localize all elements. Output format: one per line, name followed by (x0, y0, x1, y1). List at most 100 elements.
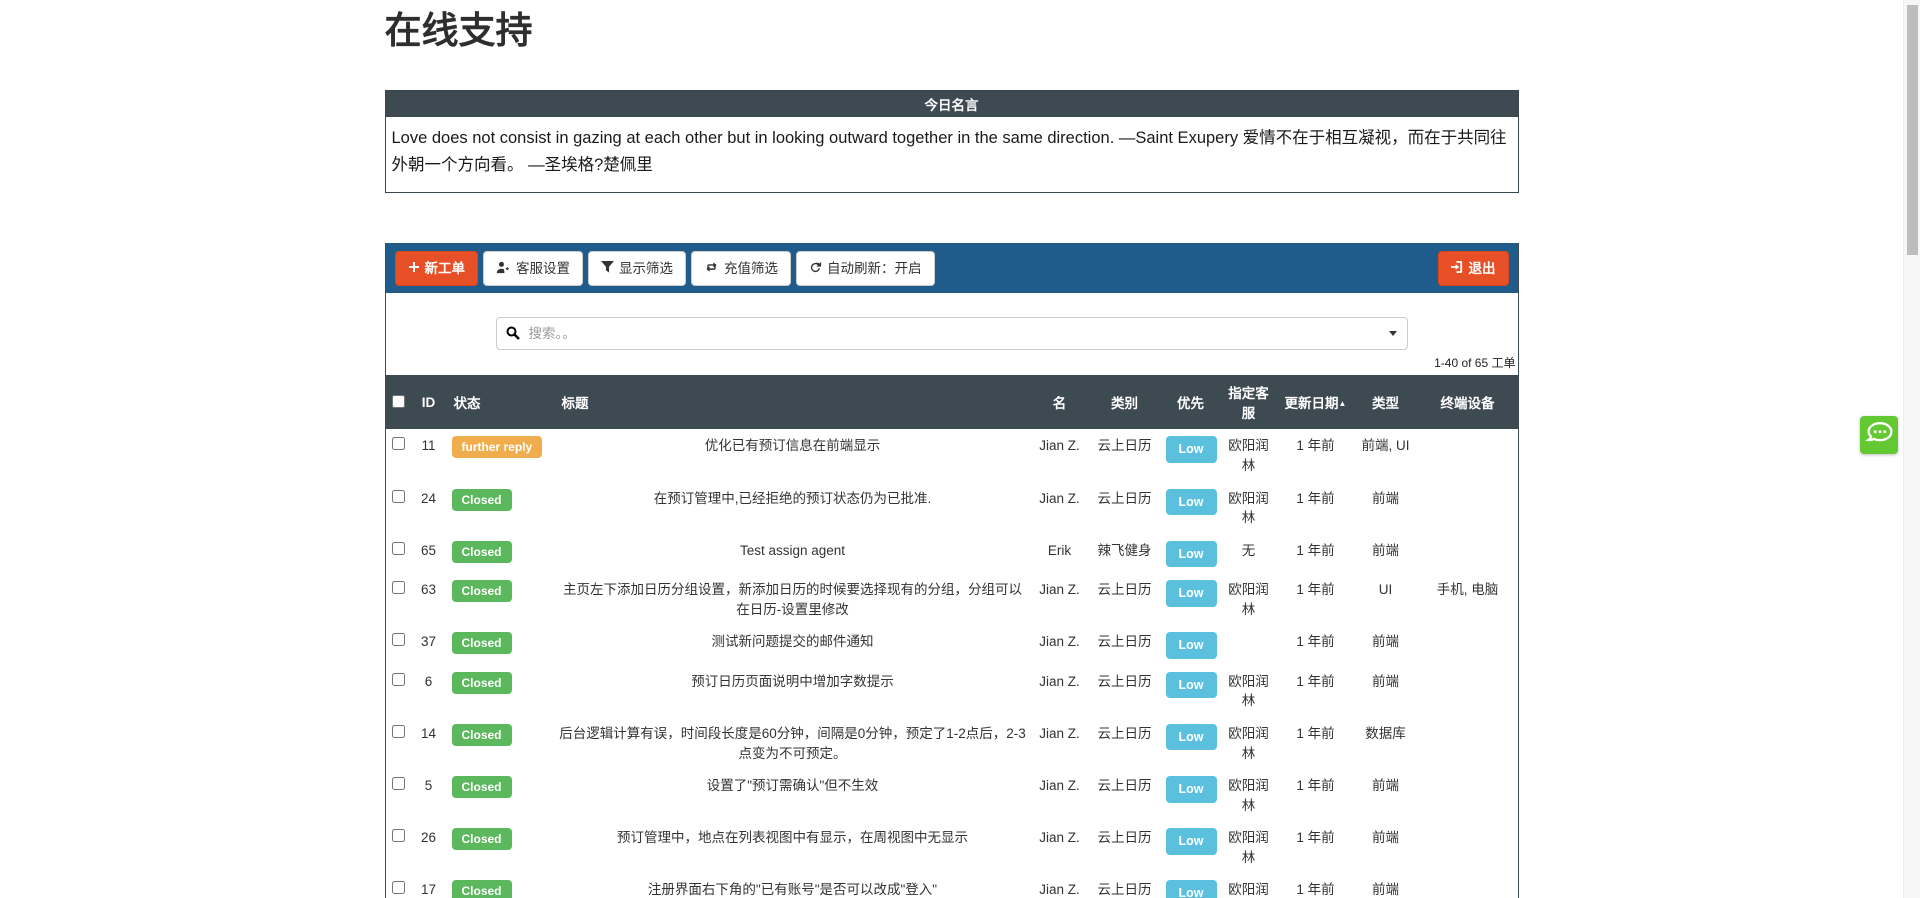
cell-agent: 欧阳润林 (1220, 573, 1278, 625)
cell-agent: 欧阳润林 (1220, 873, 1278, 898)
table-row: 63 Closed 主页左下添加日历分组设置，新添加日历的时候要选择现有的分组，… (386, 573, 1518, 625)
select-all-column-header[interactable] (386, 375, 412, 429)
user-cog-icon (496, 261, 511, 277)
cell-title: 注册界面右下角的"已有账号"是否可以改成"登入" (554, 873, 1032, 898)
priority-badge: Low (1166, 489, 1217, 516)
priority-badge: Low (1166, 776, 1217, 803)
table-row: 6 Closed 预订日历页面说明中增加字数提示 Jian Z. 云上日历 Lo… (386, 665, 1518, 717)
cell-priority: Low (1162, 821, 1220, 873)
row-checkbox[interactable] (392, 633, 405, 646)
cell-agent: 欧阳润林 (1220, 821, 1278, 873)
row-checkbox[interactable] (392, 490, 405, 503)
cell-category: 云上日历 (1088, 429, 1162, 481)
new-ticket-button[interactable]: 新工单 (395, 251, 479, 286)
cell-name: Jian Z. (1032, 429, 1088, 481)
priority-badge: Low (1166, 436, 1217, 463)
cell-title: Test assign agent (554, 534, 1032, 574)
toolbar: 新工单 客服设置 显示筛选 充值筛选 自动刷新：开启 (386, 243, 1518, 293)
cell-category: 云上日历 (1088, 573, 1162, 625)
table-row: 14 Closed 后台逻辑计算有误，时间段长度是60分钟，间隔是0分钟，预定了… (386, 717, 1518, 769)
row-checkbox[interactable] (392, 673, 405, 686)
cell-type: 前端 (1354, 769, 1418, 821)
column-header-category[interactable]: 类别 (1088, 375, 1162, 429)
rocketchat-bubble-icon (1864, 420, 1894, 451)
row-checkbox[interactable] (392, 725, 405, 738)
cell-type: 前端 (1354, 821, 1418, 873)
cell-name: Jian Z. (1032, 573, 1088, 625)
result-count: 1-40 of 65 工单 (386, 354, 1516, 371)
status-badge: further reply (452, 436, 543, 458)
cell-status: Closed (446, 534, 554, 574)
table-row: 37 Closed 测试新问题提交的邮件通知 Jian Z. 云上日历 Low … (386, 625, 1518, 665)
cell-device (1418, 625, 1518, 665)
cell-type: 前端 (1354, 534, 1418, 574)
cell-name: Jian Z. (1032, 769, 1088, 821)
chevron-down-icon[interactable] (1389, 331, 1397, 336)
cell-type: 前端, UI (1354, 429, 1418, 481)
cell-agent: 无 (1220, 534, 1278, 574)
cell-priority: Low (1162, 717, 1220, 769)
column-header-status[interactable]: 状态 (446, 375, 554, 429)
quote-panel-header: 今日名言 (386, 91, 1518, 117)
table-row: 26 Closed 预订管理中，地点在列表视图中有显示，在周视图中无显示 Jia… (386, 821, 1518, 873)
cell-name: Jian Z. (1032, 625, 1088, 665)
cell-updated: 1 年前 (1278, 429, 1354, 481)
row-checkbox[interactable] (392, 542, 405, 555)
cell-title: 预订管理中，地点在列表视图中有显示，在周视图中无显示 (554, 821, 1032, 873)
livechat-button[interactable] (1860, 416, 1898, 454)
page-scrollbar[interactable] (1903, 0, 1920, 898)
row-checkbox[interactable] (392, 829, 405, 842)
cell-status: Closed (446, 625, 554, 665)
cell-category: 云上日历 (1088, 821, 1162, 873)
status-badge: Closed (452, 828, 512, 850)
auto-refresh-button[interactable]: 自动刷新：开启 (796, 251, 935, 287)
table-row: 24 Closed 在预订管理中,已经拒绝的预订状态仍为已批准. Jian Z.… (386, 482, 1518, 534)
column-header-id[interactable]: ID (412, 375, 446, 429)
row-checkbox[interactable] (392, 581, 405, 594)
column-header-title[interactable]: 标题 (554, 375, 1032, 429)
cell-id: 24 (412, 482, 446, 534)
search-input[interactable] (496, 317, 1408, 350)
status-badge: Closed (452, 776, 512, 798)
column-header-device[interactable]: 终端设备 (1418, 375, 1518, 429)
cell-category: 云上日历 (1088, 717, 1162, 769)
cell-priority: Low (1162, 534, 1220, 574)
cell-updated: 1 年前 (1278, 573, 1354, 625)
quote-panel: 今日名言 Love does not consist in gazing at … (385, 90, 1519, 193)
cell-name: Jian Z. (1032, 482, 1088, 534)
cell-agent: 欧阳润林 (1220, 769, 1278, 821)
cell-type: 前端 (1354, 625, 1418, 665)
status-badge: Closed (452, 541, 512, 563)
cell-category: 辣飞健身 (1088, 534, 1162, 574)
sort-up-icon: ▲ (1339, 399, 1347, 408)
cell-category: 云上日历 (1088, 625, 1162, 665)
row-checkbox[interactable] (392, 881, 405, 894)
cell-status: Closed (446, 482, 554, 534)
filter-icon (601, 261, 614, 276)
column-header-name[interactable]: 名 (1032, 375, 1088, 429)
ticket-table-body: 11 further reply 优化已有预订信息在前端显示 Jian Z. 云… (386, 429, 1518, 898)
recharge-filter-button[interactable]: 充值筛选 (691, 251, 791, 286)
column-header-agent[interactable]: 指定客服 (1220, 375, 1278, 429)
quote-text: Love does not consist in gazing at each … (386, 117, 1518, 192)
cell-device (1418, 821, 1518, 873)
cell-device (1418, 482, 1518, 534)
cell-priority: Low (1162, 873, 1220, 898)
cell-updated: 1 年前 (1278, 665, 1354, 717)
agent-settings-button[interactable]: 客服设置 (483, 251, 583, 287)
column-header-type[interactable]: 类型 (1354, 375, 1418, 429)
cell-agent (1220, 625, 1278, 665)
cell-agent: 欧阳润林 (1220, 717, 1278, 769)
cell-name: Jian Z. (1032, 821, 1088, 873)
select-all-checkbox[interactable] (392, 395, 405, 408)
exchange-icon (704, 261, 719, 276)
column-header-priority[interactable]: 优先 (1162, 375, 1220, 429)
column-header-updated[interactable]: 更新日期▲ (1278, 375, 1354, 429)
logout-button[interactable]: 退出 (1438, 251, 1509, 286)
priority-badge: Low (1166, 541, 1217, 568)
cell-status: Closed (446, 573, 554, 625)
row-checkbox[interactable] (392, 437, 405, 450)
display-filter-button[interactable]: 显示筛选 (588, 251, 686, 286)
row-checkbox[interactable] (392, 777, 405, 790)
scrollbar-thumb[interactable] (1907, 5, 1918, 255)
